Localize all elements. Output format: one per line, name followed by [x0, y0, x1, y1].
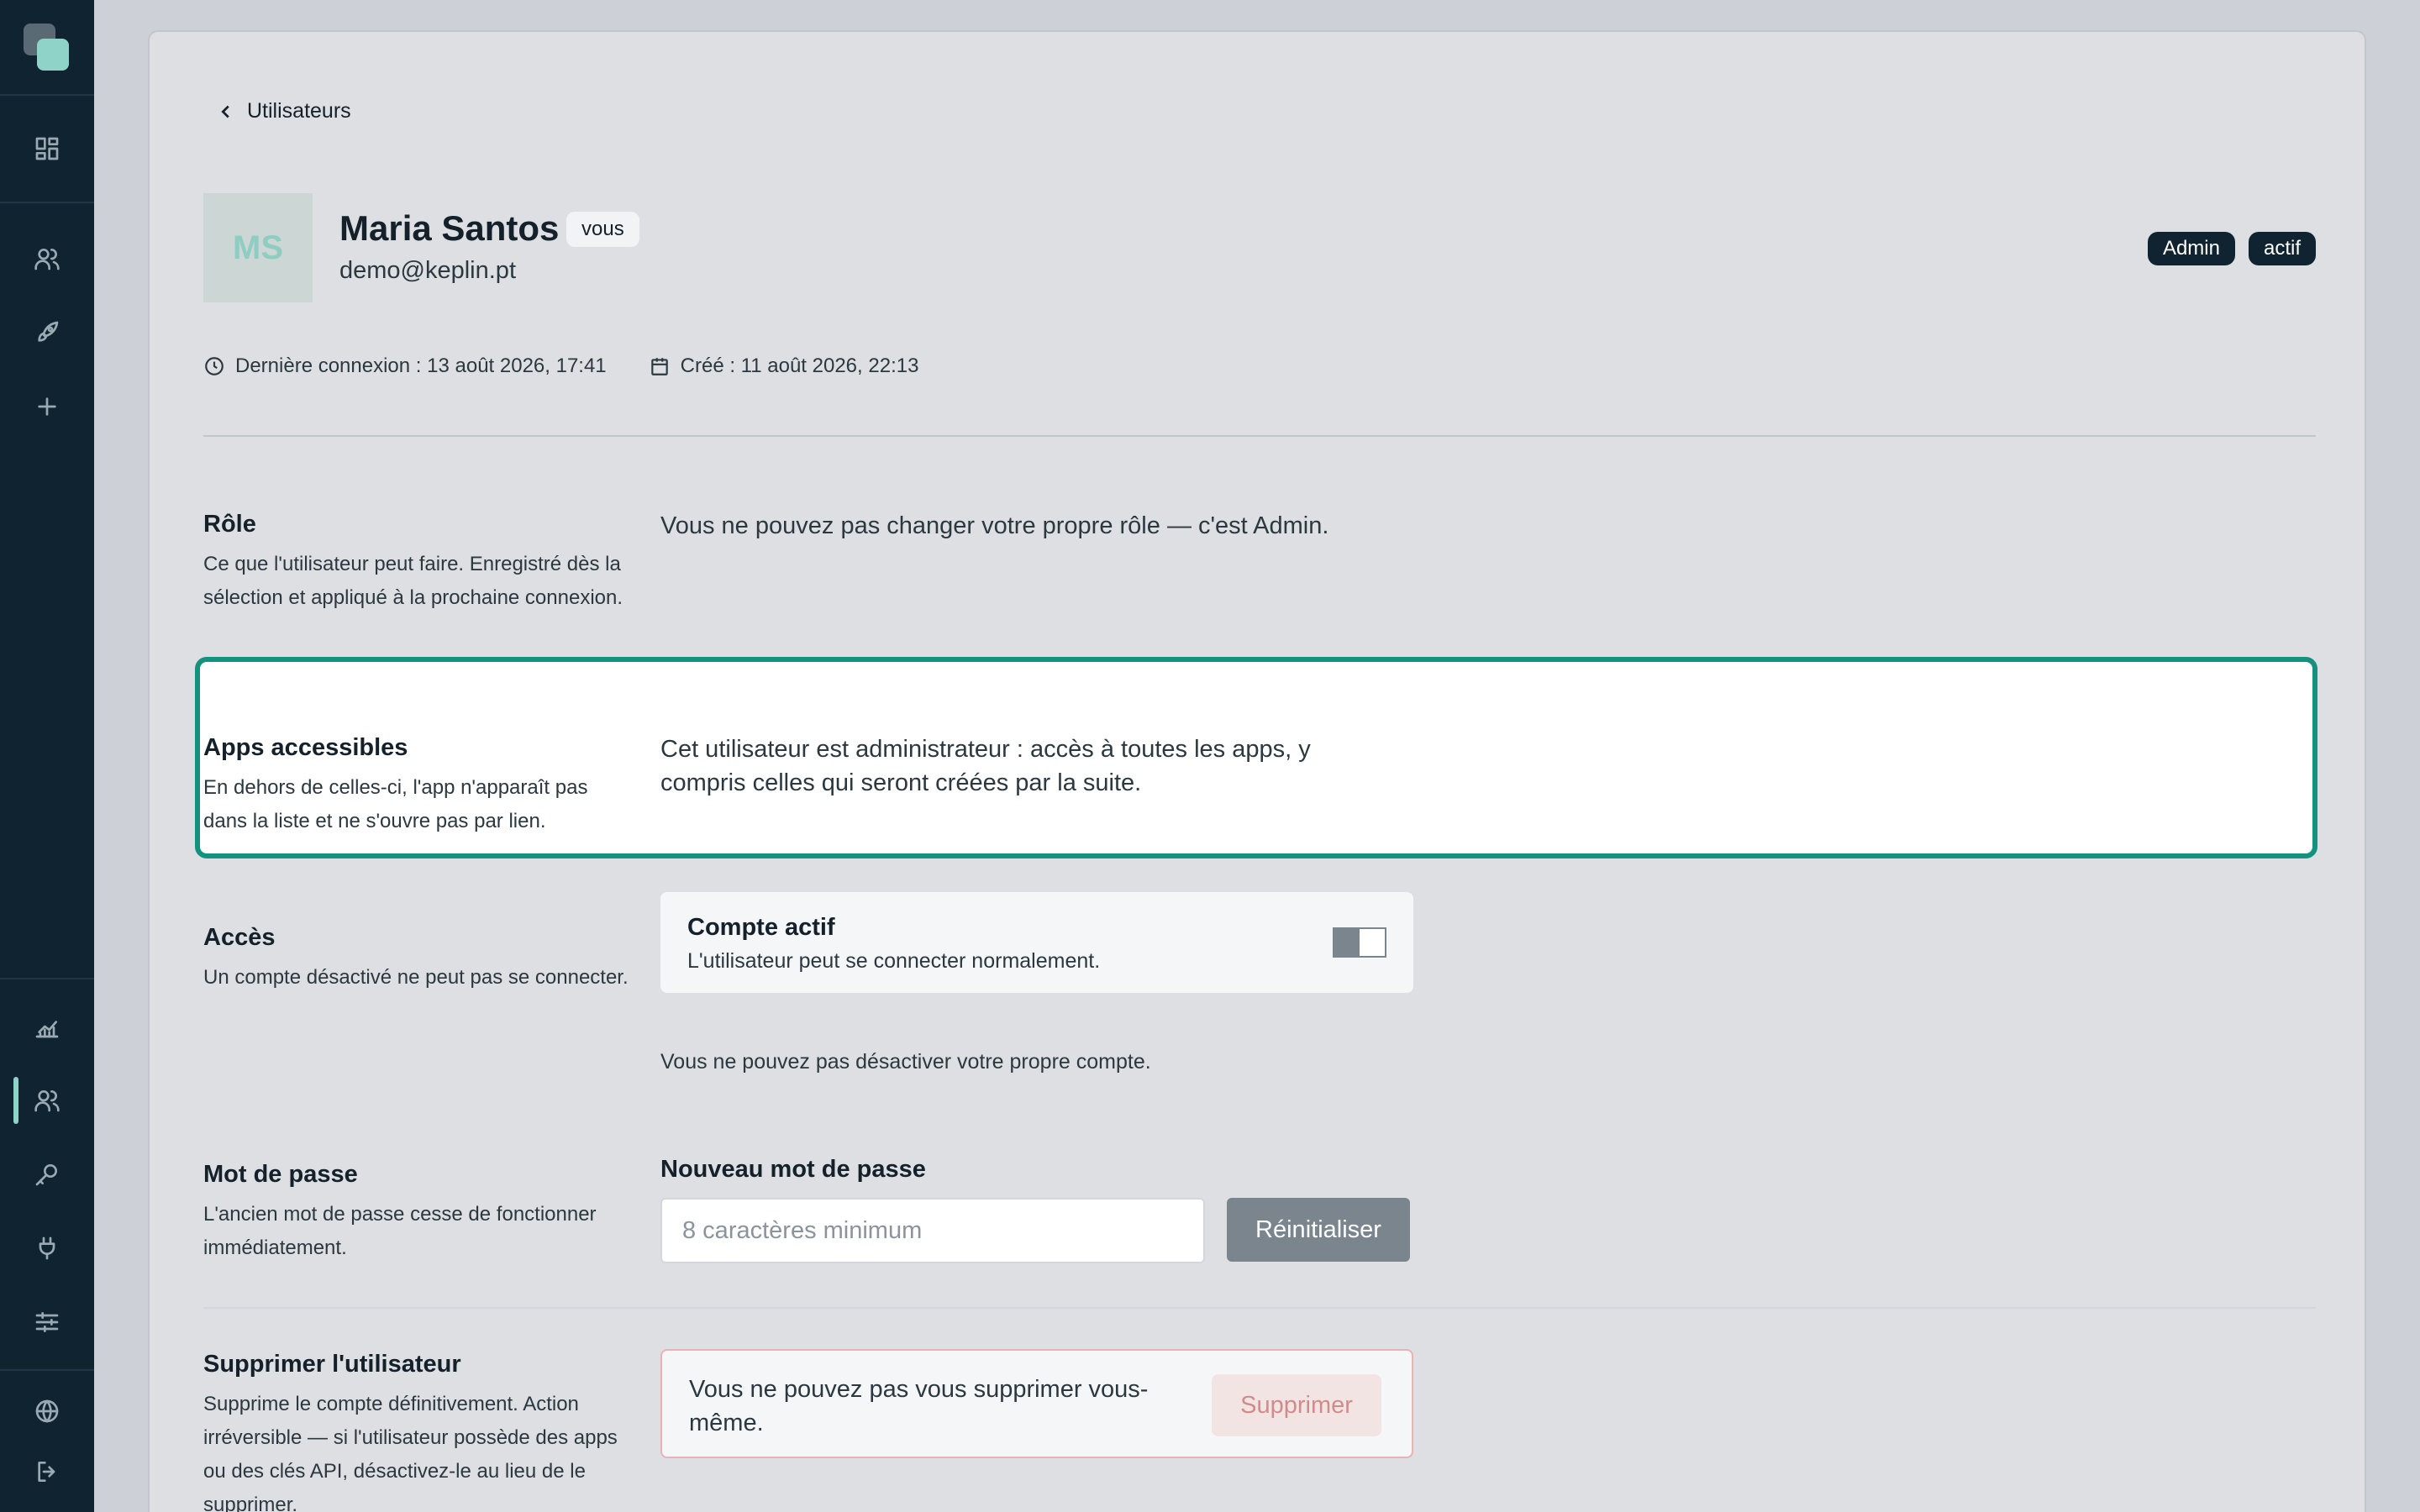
chart-icon[interactable]: [27, 1006, 67, 1047]
toggle-subtitle: L'utilisateur peut se connecter normalem…: [687, 949, 1101, 973]
clock-icon: [205, 357, 224, 375]
access-desc: Un compte désactivé ne peut pas se conne…: [203, 966, 629, 989]
sidebar-divider: [0, 94, 94, 96]
users-icon[interactable]: [27, 1080, 67, 1121]
rocket-icon[interactable]: [27, 312, 67, 353]
plus-icon[interactable]: [27, 386, 67, 427]
role-badge: Admin: [2147, 232, 2235, 265]
calendar-icon: [650, 358, 668, 375]
logo-shape-front: [37, 39, 69, 71]
user-meta: Dernière connexion : 13 août 2026, 17:41…: [203, 354, 918, 378]
delete-box: Vous ne pouvez pas vous supprimer vous-m…: [660, 1349, 1413, 1458]
last-login: Dernière connexion : 13 août 2026, 17:41: [203, 354, 607, 378]
app-logo[interactable]: [24, 24, 71, 71]
active-toggle[interactable]: [1333, 927, 1386, 958]
key-icon[interactable]: [27, 1154, 67, 1194]
apps-title: Apps accessibles: [203, 734, 408, 761]
created-date: Créé : 11 août 2026, 22:13: [649, 354, 919, 378]
divider: [203, 1307, 2316, 1309]
user-name: Maria Santos: [339, 208, 560, 248]
role-value: Vous ne pouvez pas changer votre propre …: [660, 512, 1329, 539]
sliders-icon[interactable]: [27, 1302, 67, 1342]
sidebar: [0, 0, 94, 1512]
apps-desc: En dehors de celles-ci, l'app n'apparaît…: [203, 776, 588, 832]
role-title: Rôle: [203, 511, 256, 538]
chevron-left-icon: [221, 105, 229, 118]
back-link[interactable]: Utilisateurs: [217, 99, 351, 123]
reset-button[interactable]: Réinitialiser: [1227, 1198, 1410, 1262]
globe-icon[interactable]: [27, 1391, 67, 1431]
toggle-title: Compte actif: [687, 914, 835, 941]
active-account-card: Compte actif L'utilisateur peut se conne…: [660, 892, 1413, 993]
role-desc: Ce que l'utilisateur peut faire. Enregis…: [203, 553, 623, 609]
divider: [203, 435, 2316, 437]
delete-message: Vous ne pouvez pas vous supprimer vous-m…: [689, 1376, 1149, 1436]
toggle-knob: [1334, 929, 1360, 956]
badges: Admin actif: [2147, 232, 2316, 265]
status-badge: actif: [2248, 232, 2316, 265]
new-password-input[interactable]: [660, 1198, 1205, 1263]
sidebar-divider: [0, 978, 94, 979]
back-label: Utilisateurs: [247, 99, 351, 123]
avatar: MS: [203, 193, 313, 302]
password-title: Mot de passe: [203, 1161, 358, 1188]
dashboard-icon[interactable]: [27, 129, 67, 169]
apps-value: Cet utilisateur est administrateur : acc…: [660, 736, 1311, 796]
last-login-text: Dernière connexion : 13 août 2026, 17:41: [235, 354, 607, 377]
delete-button[interactable]: Supprimer: [1212, 1374, 1381, 1436]
user-detail-card: Utilisateurs MS Maria Santos vous demo@k…: [148, 30, 2366, 1512]
created-text: Créé : 11 août 2026, 22:13: [680, 354, 919, 377]
self-badge: vous: [566, 212, 639, 247]
sidebar-divider: [0, 202, 94, 203]
user-email: demo@keplin.pt: [339, 257, 516, 284]
delete-title: Supprimer l'utilisateur: [203, 1351, 461, 1378]
sidebar-divider: [0, 1369, 94, 1371]
plug-icon[interactable]: [27, 1228, 67, 1268]
access-title: Accès: [203, 924, 276, 951]
new-password-label: Nouveau mot de passe: [660, 1156, 926, 1183]
password-desc: L'ancien mot de passe cesse de fonctionn…: [203, 1203, 597, 1259]
delete-desc: Supprime le compte définitivement. Actio…: [203, 1393, 618, 1512]
users-icon[interactable]: [27, 239, 67, 279]
access-note: Vous ne pouvez pas désactiver votre prop…: [660, 1050, 1151, 1074]
active-indicator: [13, 1077, 18, 1124]
logout-icon[interactable]: [27, 1452, 67, 1492]
